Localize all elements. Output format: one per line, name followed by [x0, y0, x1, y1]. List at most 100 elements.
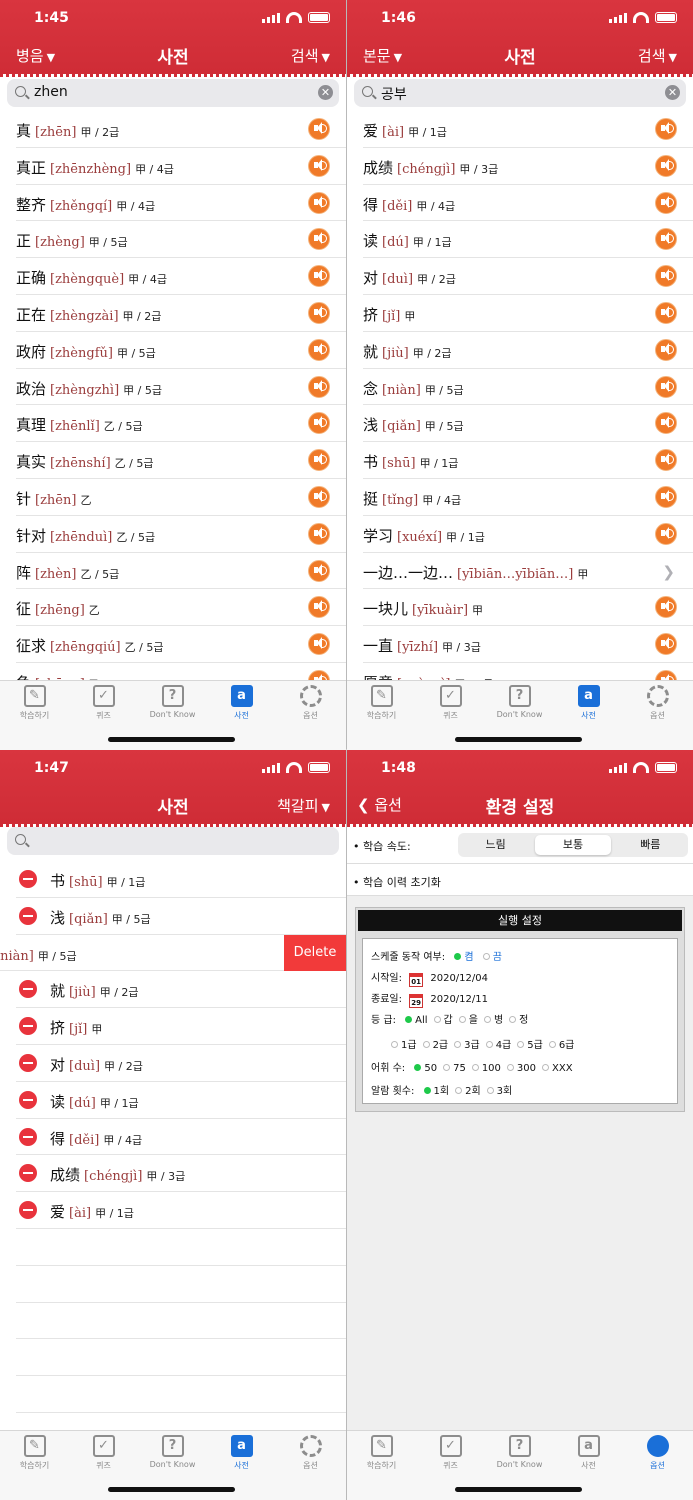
list-item[interactable]: 挤 [jǐ] 甲: [16, 1008, 346, 1045]
list-item[interactable]: 征求 [zhēngqiú] 乙 / 5급: [16, 626, 346, 663]
radio-button[interactable]: [414, 1064, 422, 1071]
remove-icon[interactable]: [19, 1017, 37, 1036]
speaker-icon[interactable]: [655, 596, 677, 619]
list-item[interactable]: 念[niàn]甲 / 5급 Delete: [0, 934, 346, 972]
speaker-icon[interactable]: [308, 265, 330, 288]
speaker-icon[interactable]: [308, 228, 330, 251]
speaker-icon[interactable]: [308, 412, 330, 435]
tab-options[interactable]: 옵션: [276, 685, 345, 721]
tab-dictionary[interactable]: a 사전: [207, 685, 276, 721]
list-item[interactable]: 就 [jiù] 甲 / 2급: [16, 971, 346, 1009]
tab-options[interactable]: 옵션: [623, 1435, 692, 1471]
clear-search-icon[interactable]: ✕: [318, 85, 333, 100]
speaker-icon[interactable]: [308, 154, 330, 177]
speaker-icon[interactable]: [308, 485, 330, 508]
tab-dont-know[interactable]: ? Don't Know: [138, 685, 207, 719]
tab-dont-know[interactable]: ? Don't Know: [138, 1435, 207, 1469]
tab-quiz[interactable]: ✓ 퀴즈: [416, 1435, 485, 1471]
list-item[interactable]: 争[zhēng]乙: [16, 663, 346, 681]
speaker-icon[interactable]: [655, 633, 677, 656]
speed-option[interactable]: 느림: [458, 833, 533, 857]
list-item[interactable]: 得 [děi] 甲 / 4급: [16, 1119, 346, 1156]
tab-dont-know[interactable]: ? Don't Know: [485, 1435, 554, 1469]
speaker-icon[interactable]: [308, 559, 330, 582]
list-item[interactable]: 念 [niàn] 甲 / 5급: [363, 369, 693, 406]
tab-options[interactable]: 옵션: [276, 1435, 345, 1471]
list-item[interactable]: 爱 [ài] 甲 / 1급: [363, 111, 693, 148]
speaker-icon[interactable]: [308, 633, 330, 656]
radio-off[interactable]: [482, 953, 490, 960]
list-item[interactable]: 正确 [zhèngquè] 甲 / 4급: [16, 258, 346, 295]
speaker-icon[interactable]: [655, 191, 677, 214]
search-bar[interactable]: 공부 ✕: [354, 79, 686, 107]
radio-button[interactable]: [506, 1064, 514, 1071]
remove-icon[interactable]: [19, 1090, 37, 1109]
bookmark-dropdown[interactable]: 책갈피 ▼: [277, 795, 330, 816]
list-item[interactable]: 整齐 [zhěngqí] 甲 / 4급: [16, 185, 346, 222]
list-item[interactable]: 正在 [zhèngzài] 甲 / 2급: [16, 295, 346, 332]
list-item[interactable]: 书 [shū] 甲 / 1급: [363, 442, 693, 479]
list-item[interactable]: 一边…一边… [yībiān…yībiān…] 甲 ❯: [363, 553, 693, 590]
speaker-icon[interactable]: [655, 154, 677, 177]
list-item[interactable]: 政府 [zhèngfǔ] 甲 / 5급: [16, 332, 346, 369]
list-item[interactable]: 浅 [qiǎn] 甲 / 5급: [363, 405, 693, 443]
list-item[interactable]: 一块儿 [yīkuàir] 甲: [363, 589, 693, 627]
calendar-icon[interactable]: 01: [409, 973, 424, 987]
search-mode-dropdown[interactable]: 검색 ▼: [638, 45, 677, 66]
reset-history-row[interactable]: • 학습 이력 초기화: [347, 864, 693, 896]
list-item[interactable]: 针对 [zhēnduì] 乙 / 5급: [16, 516, 346, 553]
list-item[interactable]: 针 [zhēn] 乙: [16, 479, 346, 516]
tab-study[interactable]: ✎ 학습하기: [347, 1435, 416, 1471]
speaker-icon[interactable]: [308, 596, 330, 619]
list-item[interactable]: 成绩 [chéngjì] 甲 / 3급: [363, 148, 693, 185]
remove-icon[interactable]: [19, 1201, 37, 1220]
radio-button[interactable]: [548, 1041, 556, 1048]
radio-button[interactable]: [471, 1064, 479, 1071]
speaker-icon[interactable]: [655, 301, 677, 324]
search-bar[interactable]: [7, 827, 339, 855]
tab-quiz[interactable]: ✓ 퀴즈: [69, 1435, 138, 1471]
radio-button[interactable]: [486, 1087, 494, 1094]
list-item[interactable]: 对 [duì] 甲 / 2급: [363, 258, 693, 295]
remove-icon[interactable]: [19, 1127, 37, 1146]
tab-dont-know[interactable]: ? Don't Know: [485, 685, 554, 719]
speaker-icon[interactable]: [655, 118, 677, 140]
radio-button[interactable]: [509, 1016, 517, 1023]
speaker-icon[interactable]: [308, 375, 330, 398]
speaker-icon[interactable]: [655, 338, 677, 361]
tab-study[interactable]: ✎ 학습하기: [347, 685, 416, 721]
speaker-icon[interactable]: [308, 301, 330, 324]
radio-on[interactable]: [454, 953, 462, 960]
search-input[interactable]: 공부: [381, 84, 407, 104]
search-bar[interactable]: zhen ✕: [7, 79, 339, 107]
end-date[interactable]: 2020/12/11: [430, 994, 488, 1005]
list-item[interactable]: 阵 [zhèn] 乙 / 5급: [16, 553, 346, 590]
radio-button[interactable]: [458, 1016, 466, 1023]
list-item[interactable]: 爱 [ài] 甲 / 1급: [16, 1192, 346, 1229]
delete-button[interactable]: Delete: [284, 934, 346, 971]
radio-button[interactable]: [405, 1016, 413, 1023]
tab-quiz[interactable]: ✓ 퀴즈: [69, 685, 138, 721]
speaker-icon[interactable]: [655, 375, 677, 398]
list-item[interactable]: 征 [zhēng] 乙: [16, 589, 346, 627]
radio-button[interactable]: [517, 1041, 525, 1048]
speed-option[interactable]: 빠름: [613, 833, 688, 857]
list-item[interactable]: 浅 [qiǎn] 甲 / 5급: [16, 898, 346, 935]
list-item[interactable]: 挤 [jǐ] 甲: [363, 295, 693, 332]
list-item[interactable]: 挺 [tǐng] 甲 / 4급: [363, 479, 693, 516]
remove-icon[interactable]: [19, 870, 37, 888]
speaker-icon[interactable]: [308, 338, 330, 361]
remove-icon[interactable]: [19, 980, 37, 999]
list-item[interactable]: 得 [děi] 甲 / 4급: [363, 185, 693, 222]
list-item[interactable]: 一直 [yīzhí] 甲 / 3급: [363, 626, 693, 663]
speaker-icon[interactable]: [655, 265, 677, 288]
radio-button[interactable]: [443, 1064, 451, 1071]
remove-icon[interactable]: [19, 906, 37, 925]
tab-quiz[interactable]: ✓ 퀴즈: [416, 685, 485, 721]
search-mode-dropdown[interactable]: 검색 ▼: [291, 45, 330, 66]
speaker-icon[interactable]: [655, 228, 677, 251]
list-item[interactable]: 愿意[yuànyì]甲 / 3급: [363, 663, 693, 681]
list-item[interactable]: 真实 [zhēnshí] 乙 / 5급: [16, 442, 346, 479]
speed-option-selected[interactable]: 보통: [535, 835, 611, 855]
speed-segmented-control[interactable]: 느림 보통 빠름: [458, 833, 688, 857]
